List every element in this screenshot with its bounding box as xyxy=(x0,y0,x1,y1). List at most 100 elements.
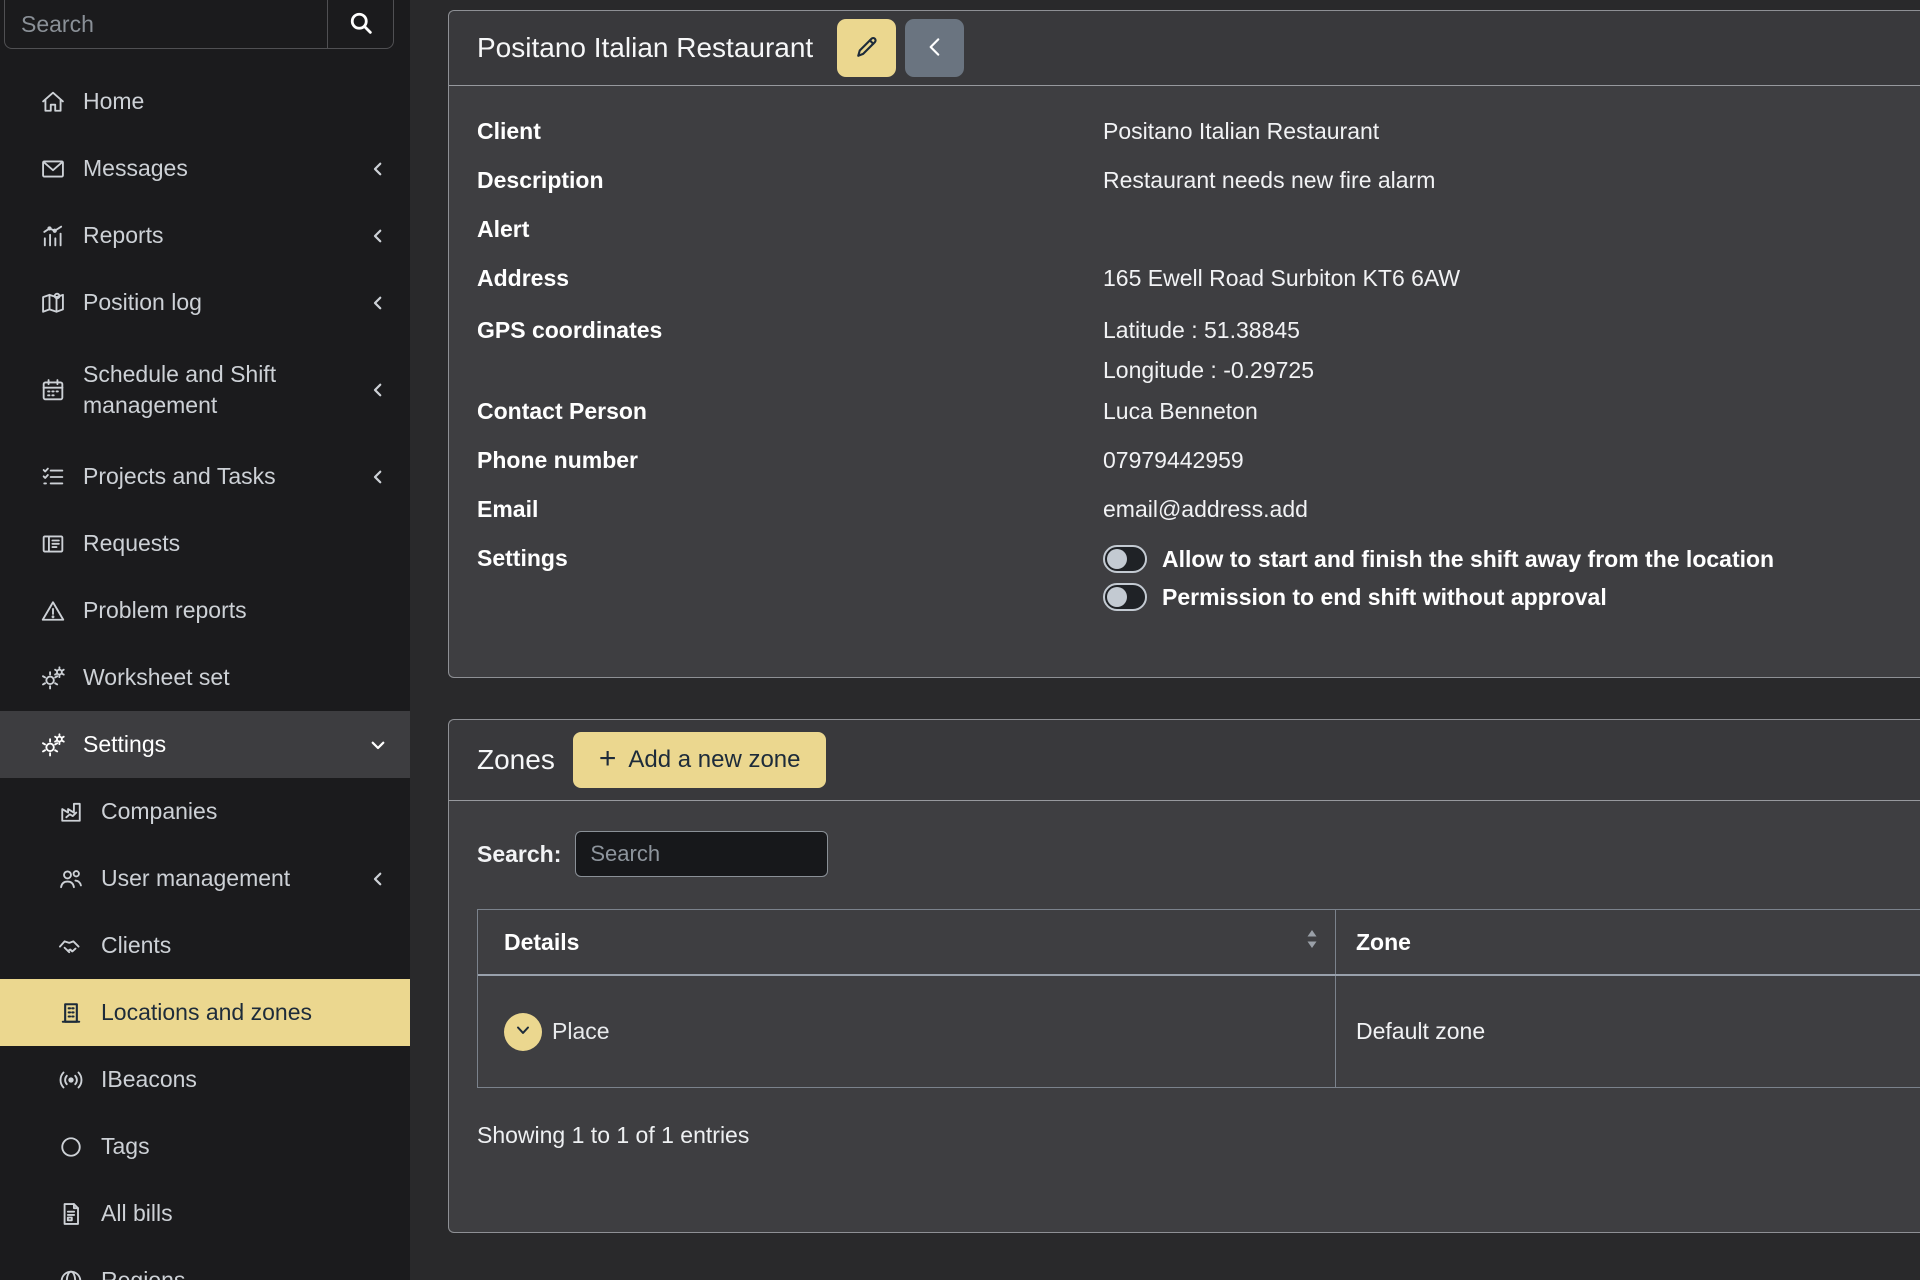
zone-cell-label: Default zone xyxy=(1356,1018,1485,1045)
beacon-icon xyxy=(56,1065,86,1095)
sidebar-item-companies[interactable]: Companies xyxy=(0,778,410,845)
sidebar-item-label: Requests xyxy=(83,528,388,558)
details-cell-label: Place xyxy=(552,1018,610,1045)
envelope-icon xyxy=(38,154,68,184)
settings-toggles: Allow to start and finish the shift away… xyxy=(1103,545,1920,621)
edit-button[interactable] xyxy=(837,19,896,77)
zones-search-input[interactable] xyxy=(575,831,828,877)
chevron-down-icon xyxy=(513,1020,533,1043)
sidebar-item-home[interactable]: Home xyxy=(0,68,410,135)
main-content: Positano Italian Restaurant Client Posit… xyxy=(410,0,1920,1280)
details-cell: Place xyxy=(478,976,1336,1087)
toggle-start-finish-away[interactable] xyxy=(1103,545,1147,573)
gears-icon xyxy=(38,730,68,760)
sidebar-item-ibeacons[interactable]: IBeacons xyxy=(0,1046,410,1113)
column-header-details[interactable]: Details xyxy=(478,910,1336,974)
checklist-icon xyxy=(38,462,68,492)
zones-search-label: Search: xyxy=(477,841,561,868)
map-icon xyxy=(38,288,68,318)
bill-icon xyxy=(56,1199,86,1229)
chevron-left-icon xyxy=(368,160,388,178)
sidebar-item-label: Settings xyxy=(83,729,353,759)
page-title: Positano Italian Restaurant xyxy=(477,32,813,64)
toggle-end-shift-without-approval[interactable] xyxy=(1103,583,1147,611)
building-icon xyxy=(56,998,86,1028)
field-value: email@address.add xyxy=(1103,496,1920,523)
field-label: Phone number xyxy=(477,447,1103,474)
sidebar-item-label: Position log xyxy=(83,287,353,317)
sidebar-item-label: Messages xyxy=(83,153,353,183)
chevron-down-icon xyxy=(368,736,388,754)
chevron-left-icon xyxy=(368,381,388,399)
field-label: Contact Person xyxy=(477,398,1103,425)
sidebar-item-user-management[interactable]: User management xyxy=(0,845,410,912)
field-row-alert: Alert xyxy=(477,205,1920,254)
sidebar-item-label: IBeacons xyxy=(101,1064,388,1094)
sidebar-item-settings[interactable]: Settings xyxy=(0,711,410,778)
sidebar-item-requests[interactable]: Requests xyxy=(0,510,410,577)
table-row: Place Default zone xyxy=(478,976,1920,1087)
field-value: Positano Italian Restaurant xyxy=(1103,118,1920,145)
field-label: Address xyxy=(477,265,1103,292)
calendar-icon xyxy=(38,375,68,405)
field-value: Restaurant needs new fire alarm xyxy=(1103,167,1920,194)
zones-body: Search: Details Zone xyxy=(449,801,1920,1149)
sidebar-search-button[interactable] xyxy=(327,0,393,48)
sidebar-item-position-log[interactable]: Position log xyxy=(0,269,410,336)
sidebar-item-schedule-shift-management[interactable]: Schedule and Shift management xyxy=(0,336,410,443)
sidebar-item-messages[interactable]: Messages xyxy=(0,135,410,202)
gps-latitude: Latitude : 51.38845 xyxy=(1103,310,1920,350)
location-detail-header: Positano Italian Restaurant xyxy=(449,11,1920,86)
column-header-zone: Zone xyxy=(1336,910,1920,974)
field-row-settings: Settings Allow to start and finish the s… xyxy=(477,534,1920,632)
field-label: Settings xyxy=(477,545,1103,621)
field-row-email: Email email@address.add xyxy=(477,485,1920,534)
field-label: GPS coordinates xyxy=(477,310,1103,390)
toggle-label: Permission to end shift without approval xyxy=(1162,584,1607,611)
field-row-contact-person: Contact Person Luca Benneton xyxy=(477,394,1920,436)
zones-table-header: Details Zone xyxy=(478,910,1920,976)
field-label: Description xyxy=(477,167,1103,194)
sidebar-search-input[interactable] xyxy=(5,0,327,48)
sidebar-item-label: User management xyxy=(101,863,353,893)
sidebar-search xyxy=(4,0,394,49)
zones-table: Details Zone xyxy=(477,909,1920,1088)
factory-icon xyxy=(56,797,86,827)
chevron-left-icon xyxy=(368,227,388,245)
sidebar-item-locations-and-zones[interactable]: Locations and zones xyxy=(0,979,410,1046)
zones-search-row: Search: xyxy=(477,831,1920,877)
toggle-row-end-without-approval: Permission to end shift without approval xyxy=(1103,583,1920,611)
field-row-client: Client Positano Italian Restaurant xyxy=(477,107,1920,156)
sidebar-item-label: Problem reports xyxy=(83,595,388,625)
zones-header: Zones + Add a new zone xyxy=(449,720,1920,801)
location-detail-card: Positano Italian Restaurant Client Posit… xyxy=(448,10,1920,678)
sidebar-item-label: Schedule and Shift management xyxy=(83,359,353,420)
toggle-knob xyxy=(1107,549,1127,569)
sidebar-item-all-bills[interactable]: All bills xyxy=(0,1180,410,1247)
pencil-icon xyxy=(852,32,882,65)
column-header-label: Details xyxy=(504,929,579,956)
sidebar-item-label: All bills xyxy=(101,1198,388,1228)
sidebar-item-clients[interactable]: Clients xyxy=(0,912,410,979)
zones-card: Zones + Add a new zone Search: Details xyxy=(448,719,1920,1233)
sidebar-item-label: Companies xyxy=(101,796,388,826)
chevron-left-icon xyxy=(368,294,388,312)
sidebar-item-projects-tasks[interactable]: Projects and Tasks xyxy=(0,443,410,510)
toggle-label: Allow to start and finish the shift away… xyxy=(1162,546,1774,573)
sidebar-item-worksheet-set[interactable]: Worksheet set xyxy=(0,644,410,711)
sidebar: Home Messages Reports Position log xyxy=(0,0,410,1280)
gps-longitude: Longitude : -0.29725 xyxy=(1103,350,1920,390)
field-row-address: Address 165 Ewell Road Surbiton KT6 6AW xyxy=(477,254,1920,303)
back-button[interactable] xyxy=(905,19,964,77)
field-value: Luca Benneton xyxy=(1103,398,1920,425)
add-zone-button-label: Add a new zone xyxy=(628,746,800,774)
sidebar-item-reports[interactable]: Reports xyxy=(0,202,410,269)
chevron-left-icon xyxy=(368,870,388,888)
expand-row-button[interactable] xyxy=(504,1013,542,1051)
sidebar-item-problem-reports[interactable]: Problem reports xyxy=(0,577,410,644)
sidebar-item-tags[interactable]: Tags xyxy=(0,1113,410,1180)
toggle-row-away-from-location: Allow to start and finish the shift away… xyxy=(1103,545,1920,573)
add-zone-button[interactable]: + Add a new zone xyxy=(573,732,827,788)
sidebar-item-regions[interactable]: Regions xyxy=(0,1247,410,1280)
sidebar-item-label: Regions xyxy=(101,1265,388,1280)
